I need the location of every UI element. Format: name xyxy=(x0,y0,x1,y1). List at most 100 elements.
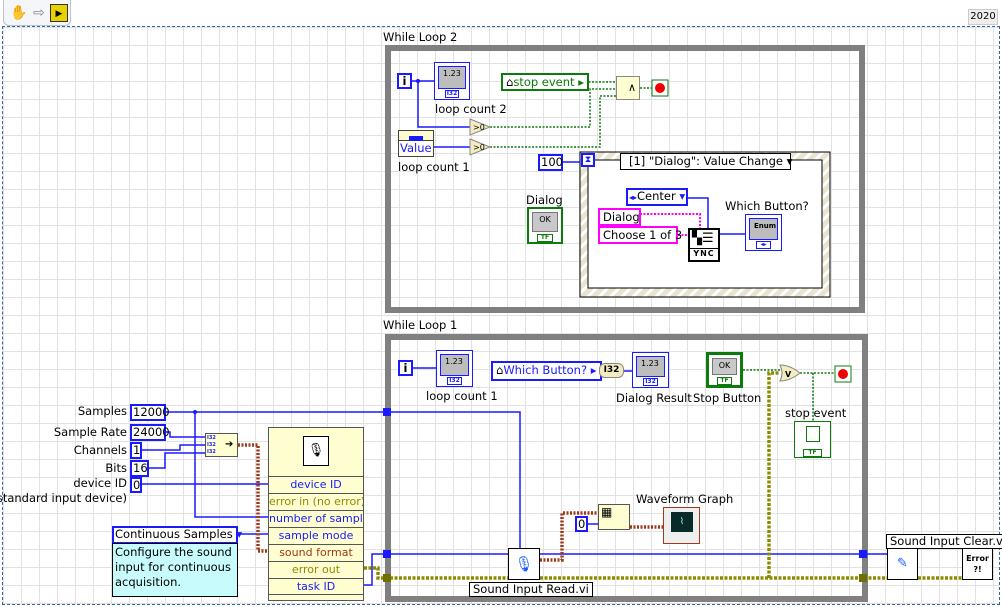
bits-label: Bits xyxy=(105,461,127,475)
enum-arrows-icon: ◂▸ xyxy=(756,241,771,249)
or-symbol: V xyxy=(785,370,792,379)
enum-arrows-icon: ◂▸ xyxy=(629,193,638,202)
tunnel xyxy=(859,574,867,582)
waveform-graph-terminal[interactable]: ⌇ xyxy=(663,507,700,544)
device-id-sublabel: (standard input device) xyxy=(0,491,127,505)
tunnel xyxy=(383,408,391,416)
index-array-node[interactable]: ▦ xyxy=(598,504,630,530)
gt0-b-text: >0 xyxy=(473,143,485,152)
channels-label: Channels xyxy=(73,443,127,457)
enum-display: Enum xyxy=(749,218,778,240)
center-enum-constant[interactable]: ◂▸Center ▾ xyxy=(626,188,688,206)
bits-constant[interactable]: 16 xyxy=(130,460,149,477)
enum-value: Continuous Samples xyxy=(115,527,233,541)
event-case-selector[interactable]: [1] "Dialog": Value Change ▾ xyxy=(620,153,793,170)
device-id-label: device ID xyxy=(73,476,127,490)
wires-and-structures xyxy=(140,45,962,602)
dialog-string-constant[interactable]: Dialog xyxy=(598,208,641,226)
while-loop-2-label: While Loop 2 xyxy=(383,30,458,44)
terminal-error-in[interactable]: error in (no error) xyxy=(269,493,363,510)
ok-glyph: OK xyxy=(712,358,737,375)
hourglass-icon: ⧗ xyxy=(581,153,595,167)
sound-input-clear-node[interactable]: ✎ xyxy=(887,548,918,580)
sound-input-read-node[interactable]: 🎙 xyxy=(508,548,540,580)
dialog-button-terminal[interactable]: OK TF xyxy=(527,207,563,244)
terminal-sound-format[interactable]: sound format xyxy=(269,544,363,561)
to-i32-node[interactable]: I32 xyxy=(599,363,624,378)
local-var-label: stop event xyxy=(513,75,575,89)
which-button-label: Which Button? xyxy=(725,199,809,213)
sound-input-clear-label: Sound Input Clear.vi xyxy=(886,534,1002,549)
tunnel xyxy=(383,550,391,558)
dropdown-icon: ▾ xyxy=(786,154,793,168)
bundle-inputs-icon: I32 I32 I32 xyxy=(207,435,216,455)
loop-count-1-label: loop count 1 xyxy=(426,389,498,403)
ok-glyph: OK xyxy=(532,212,558,232)
enum-value: Center xyxy=(637,189,676,203)
device-id-constant[interactable]: 0 xyxy=(130,477,142,493)
loop-count-1-label: loop count 1 xyxy=(398,160,470,174)
and-symbol: ∧ xyxy=(627,81,636,94)
loop-count-2-label: loop count 2 xyxy=(435,102,507,116)
type-label: TF xyxy=(803,449,822,457)
terminal-number-of-samples[interactable]: number of samples xyxy=(269,510,363,527)
type-label: I32 xyxy=(447,377,462,385)
samples-constant[interactable]: 12000 xyxy=(130,404,170,421)
numeric-display: 1.23 xyxy=(636,356,665,377)
ync-glyph: YNC xyxy=(690,248,718,258)
numeric-display: 1.23 xyxy=(438,66,466,89)
stop-button-label: Stop Button xyxy=(693,391,762,405)
three-button-dialog-node[interactable]: ▚☰ YNC xyxy=(688,228,720,262)
loop-count-2-indicator[interactable]: 1.23 I32 xyxy=(434,62,470,100)
property-value: Value xyxy=(400,141,432,155)
gt0-a-text: >0 xyxy=(473,123,485,132)
configure-microphone-icon: 🎙 xyxy=(303,436,329,466)
stop-button-terminal[interactable]: OK TF xyxy=(706,352,743,388)
tunnel xyxy=(859,550,867,558)
bundle-node[interactable]: I32 I32 I32 ➔ xyxy=(205,433,238,457)
dialog-icon: ▚☰ xyxy=(692,231,714,246)
local-var-label: Which Button? xyxy=(503,363,588,377)
type-label: I32 xyxy=(445,90,459,98)
message-string-constant[interactable]: Choose 1 of 3 xyxy=(598,226,682,244)
channels-constant[interactable]: 1 xyxy=(130,442,142,459)
loop-count-1-indicator[interactable]: 1.23 I32 xyxy=(436,350,473,387)
terminal-device-id[interactable]: device ID xyxy=(269,476,363,493)
sample-mode-enum-constant[interactable]: Continuous Samples ▾ xyxy=(112,526,242,544)
terminal-task-id[interactable]: task ID xyxy=(269,578,363,595)
dialog-result-indicator[interactable]: 1.23 I32 xyxy=(632,352,669,388)
stop-event-local-variable[interactable]: ⌂stop event ▸ xyxy=(501,73,589,91)
sample-rate-label: Sample Rate xyxy=(53,425,127,439)
type-label: I32 xyxy=(643,378,658,386)
dialog-result-label: Dialog Result xyxy=(616,391,692,405)
while-loop-1-label: While Loop 1 xyxy=(383,318,458,332)
which-button-indicator[interactable]: Enum ◂▸ xyxy=(745,214,782,251)
iteration-terminal: i xyxy=(397,73,412,89)
dialog-label: Dialog xyxy=(526,193,563,207)
terminal-error-out[interactable]: error out xyxy=(269,561,363,578)
led-display xyxy=(806,426,820,442)
graph-icon: ⌇ xyxy=(671,512,693,532)
sound-input-configure-node[interactable]: 🎙 device ID error in (no error) number o… xyxy=(268,427,364,601)
array-icon: ▦ xyxy=(601,505,613,519)
comment-box: Configure the sound input for continuous… xyxy=(112,543,238,597)
type-label: TF xyxy=(537,234,553,242)
stop-event-label: stop event xyxy=(785,406,847,420)
iteration-terminal: i xyxy=(398,360,413,376)
sample-rate-constant[interactable]: 24000 xyxy=(130,424,170,441)
tunnel xyxy=(383,574,391,582)
eraser-microphone-icon: ✎ xyxy=(897,556,908,571)
stop-event-indicator[interactable]: TF xyxy=(794,421,831,458)
timeout-constant[interactable]: 100 xyxy=(538,154,563,171)
which-button-local-variable[interactable]: ⌂Which Button? ▸ xyxy=(491,361,602,381)
numeric-display: 1.23 xyxy=(440,354,469,376)
compound-and-node[interactable]: ∧ xyxy=(616,76,640,100)
value-property-node[interactable]: Value xyxy=(398,130,434,157)
samples-label: Samples xyxy=(77,404,127,418)
simple-error-handler-node[interactable]: Error ?! xyxy=(962,548,993,580)
index-constant[interactable]: 0 xyxy=(575,516,588,532)
sound-input-read-label: Sound Input Read.vi xyxy=(469,582,593,597)
waveform-graph-label: Waveform Graph xyxy=(636,492,734,506)
terminal-sample-mode[interactable]: sample mode xyxy=(269,527,363,544)
microphone-read-icon: 🎙 xyxy=(514,555,534,573)
